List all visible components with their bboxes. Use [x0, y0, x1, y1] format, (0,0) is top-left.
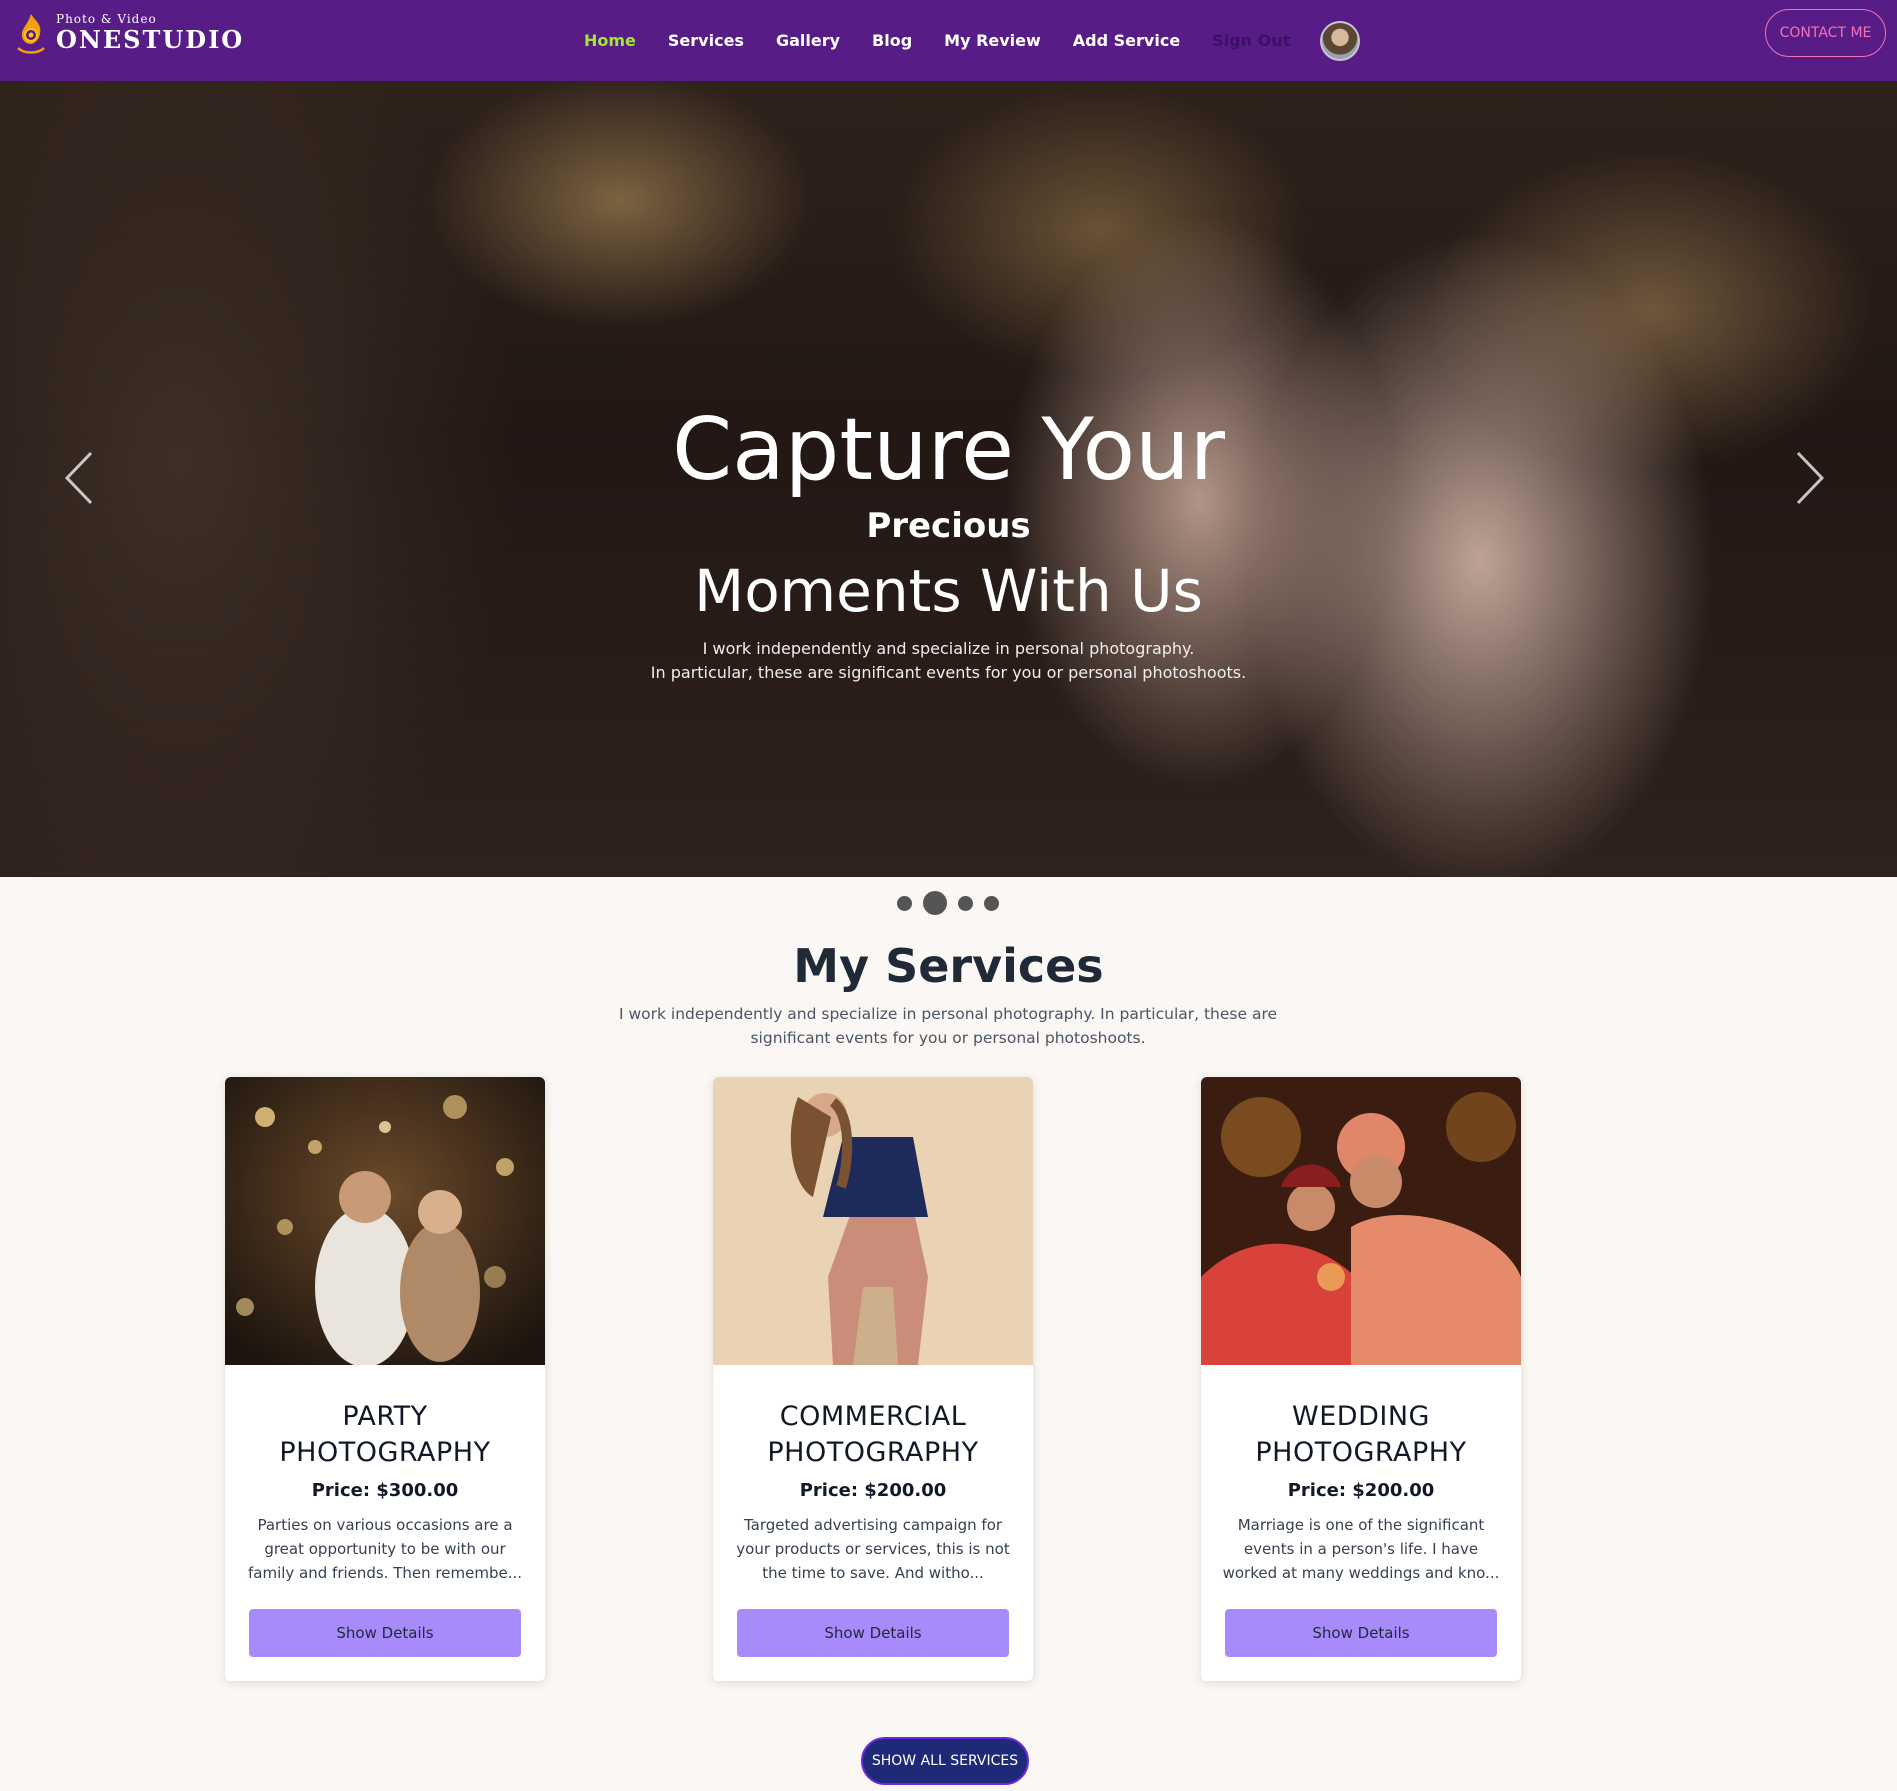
show-details-button[interactable]: Show Details: [1225, 1609, 1497, 1657]
service-card-party: PARTY PHOTOGRAPHY Price: $300.00 Parties…: [225, 1077, 545, 1681]
hero-title-line2: Precious: [866, 506, 1031, 546]
card-description: Targeted advertising campaign for your p…: [736, 1516, 1010, 1582]
carousel-indicators: [897, 891, 1010, 915]
card-price: Price: $200.00: [1287, 1480, 1435, 1501]
sign-out-link[interactable]: Sign Out: [1212, 31, 1290, 50]
carousel-dot-active[interactable]: [923, 891, 947, 915]
carousel-dot[interactable]: [984, 895, 999, 911]
card-title: WEDDING PHOTOGRAPHY: [1255, 1401, 1467, 1468]
camera-flame-logo-icon: [17, 14, 45, 54]
hero-description-line2: In particular, these are significant eve…: [650, 663, 1247, 682]
commercial-photo-image: [713, 1077, 1033, 1365]
nav-home[interactable]: Home: [584, 31, 636, 50]
brand-tagline: Photo & Video: [56, 12, 157, 26]
main-nav: Home Services Gallery Blog My Review Add…: [584, 0, 1361, 81]
services-description: I work independently and specialize in p…: [618, 1005, 1278, 1047]
user-avatar[interactable]: [1320, 20, 1361, 61]
card-title: PARTY PHOTOGRAPHY: [279, 1401, 491, 1468]
card-description: Parties on various occasions are a great…: [247, 1516, 523, 1582]
services-title: My Services: [793, 939, 1104, 993]
contact-me-button[interactable]: CONTACT ME: [1765, 9, 1886, 57]
nav-gallery[interactable]: Gallery: [776, 31, 840, 50]
card-title: COMMERCIAL PHOTOGRAPHY: [767, 1401, 979, 1468]
nav-add-service[interactable]: Add Service: [1073, 31, 1180, 50]
show-all-services-button[interactable]: SHOW ALL SERVICES: [861, 1737, 1029, 1785]
hero-title-line1: Capture Your: [672, 400, 1225, 500]
carousel-dot[interactable]: [897, 895, 912, 911]
nav-services[interactable]: Services: [668, 31, 744, 50]
carousel-dot[interactable]: [958, 895, 973, 911]
hero-description-line1: I work independently and specialize in p…: [702, 639, 1195, 658]
card-price: Price: $200.00: [799, 1480, 947, 1501]
card-description: Marriage is one of the significant event…: [1222, 1516, 1500, 1582]
show-details-button[interactable]: Show Details: [737, 1609, 1009, 1657]
hero-title-line3: Moments With Us: [694, 557, 1203, 625]
wedding-photo-image: [1201, 1077, 1521, 1365]
brand-name: ONESTUDIO: [56, 25, 245, 54]
card-price: Price: $300.00: [311, 1480, 459, 1501]
nav-my-review[interactable]: My Review: [944, 31, 1041, 50]
brand-logo[interactable]: Photo & Video ONESTUDIO: [12, 10, 244, 56]
service-card-wedding: WEDDING PHOTOGRAPHY Price: $200.00 Marri…: [1201, 1077, 1521, 1681]
navbar: Photo & Video ONESTUDIO Home Services Ga…: [0, 0, 1897, 81]
show-details-button[interactable]: Show Details: [249, 1609, 521, 1657]
party-photo-image: [225, 1077, 545, 1367]
nav-blog[interactable]: Blog: [872, 31, 912, 50]
service-card-commercial: COMMERCIAL PHOTOGRAPHY Price: $200.00 Ta…: [713, 1077, 1033, 1681]
